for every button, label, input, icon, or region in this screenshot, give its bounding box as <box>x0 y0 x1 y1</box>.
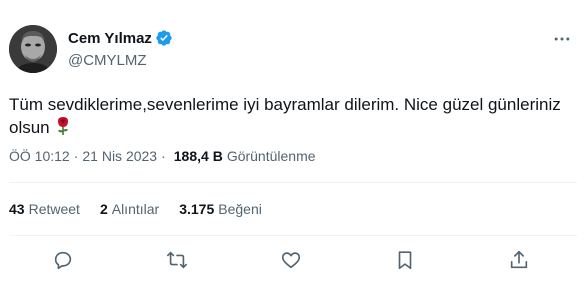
author-handle[interactable]: @CMYLMZ <box>68 52 173 69</box>
quotes-count: 2 <box>99 201 108 217</box>
display-name-row: Cem Yılmaz <box>68 28 173 48</box>
retweets-stat[interactable]: 43 Retweet <box>9 201 80 217</box>
tweet-text: Tüm sevdiklerime,sevenlerime iyi bayraml… <box>9 94 579 142</box>
avatar[interactable] <box>9 25 57 73</box>
tweet-stats: 43 Retweet 2 Alıntılar 3.175 Beğeni <box>9 201 282 217</box>
bookmark-icon[interactable] <box>392 247 418 273</box>
divider <box>9 182 577 183</box>
retweet-icon[interactable] <box>164 247 190 273</box>
views-count: 188,4 B <box>173 148 223 164</box>
like-icon[interactable] <box>278 247 304 273</box>
verified-badge-icon <box>155 29 173 47</box>
likes-count: 3.175 <box>179 201 215 217</box>
reply-icon[interactable] <box>50 247 76 273</box>
quotes-label: Alıntılar <box>111 201 160 217</box>
likes-stat[interactable]: 3.175 Beğeni <box>179 201 262 217</box>
meta-separator: · <box>73 148 79 164</box>
tweet-date[interactable]: 21 Nis 2023 <box>82 148 157 164</box>
retweets-count: 43 <box>9 201 25 217</box>
more-options-icon[interactable] <box>552 29 572 49</box>
tweet-header: Cem Yılmaz @CMYLMZ <box>9 25 577 77</box>
tweet-time[interactable]: ÖÖ 10:12 <box>9 148 70 164</box>
quotes-stat[interactable]: 2 Alıntılar <box>100 201 159 217</box>
rose-icon <box>54 116 72 142</box>
views-label: Görüntülenme <box>226 148 316 164</box>
likes-label: Beğeni <box>218 201 262 217</box>
retweets-label: Retweet <box>28 201 80 217</box>
author-names: Cem Yılmaz @CMYLMZ <box>68 28 173 69</box>
action-bar <box>50 247 534 273</box>
divider <box>9 235 577 236</box>
display-name[interactable]: Cem Yılmaz <box>68 30 152 47</box>
share-icon[interactable] <box>506 247 532 273</box>
meta-separator: · <box>161 148 166 164</box>
tweet-card: Cem Yılmaz @CMYLMZ Tüm sevdiklerime,seve… <box>0 0 586 297</box>
tweet-meta: ÖÖ 10:12 · 21 Nis 2023 · 188,4 B Görüntü… <box>9 148 316 164</box>
tweet-text-content: Tüm sevdiklerime,sevenlerime iyi bayraml… <box>9 95 561 137</box>
